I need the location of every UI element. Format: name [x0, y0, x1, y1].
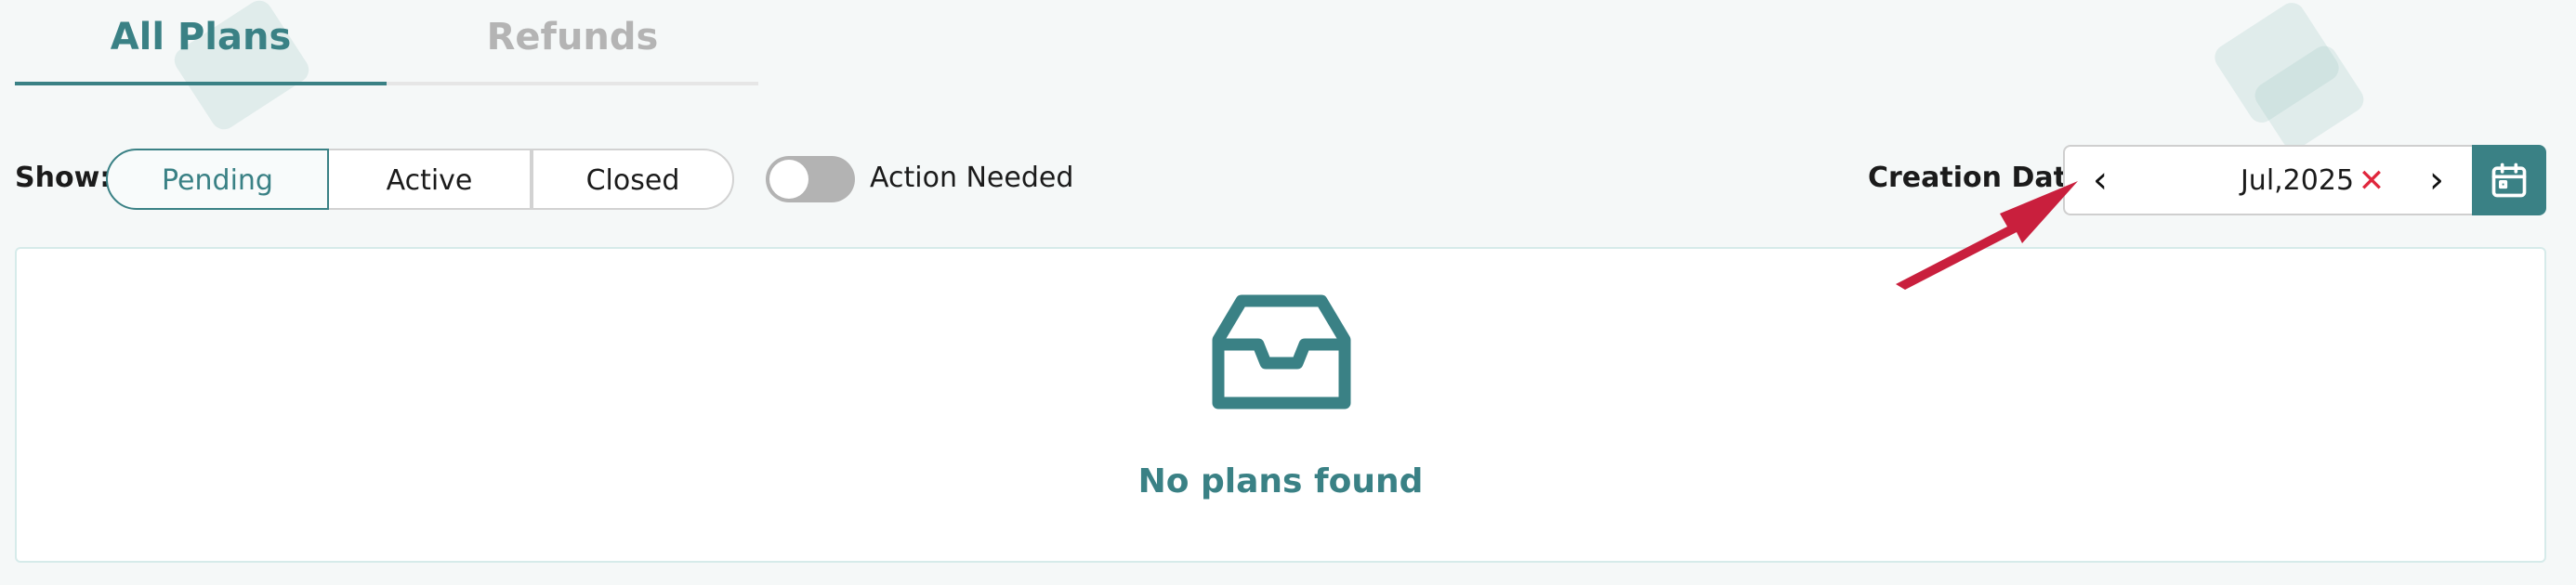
- tab-all-plans[interactable]: All Plans: [15, 0, 387, 85]
- tab-bar: All Plans Refunds: [15, 0, 762, 85]
- show-label: Show:: [15, 162, 112, 194]
- clear-date-icon[interactable]: ✕: [2353, 147, 2390, 215]
- action-needed-label: Action Needed: [870, 162, 1074, 194]
- inbox-icon: [1212, 294, 1351, 410]
- annotation-arrow: [1896, 181, 2078, 290]
- empty-state-message: No plans found: [1137, 462, 1424, 500]
- filter-active-button[interactable]: Active: [329, 149, 532, 210]
- tab-refunds[interactable]: Refunds: [387, 0, 758, 85]
- calendar-button[interactable]: [2472, 145, 2546, 215]
- action-needed-toggle[interactable]: [766, 156, 855, 202]
- month-picker: ‹ Jul,2025 ✕ ›: [2063, 145, 2472, 215]
- plans-list-panel: No plans found: [15, 247, 2546, 563]
- filter-pending-button[interactable]: Pending: [106, 149, 329, 210]
- toggle-knob: [769, 160, 808, 199]
- next-month-button[interactable]: ›: [2409, 147, 2464, 215]
- calendar-icon: [2491, 162, 2527, 198]
- filter-closed-button[interactable]: Closed: [532, 149, 734, 210]
